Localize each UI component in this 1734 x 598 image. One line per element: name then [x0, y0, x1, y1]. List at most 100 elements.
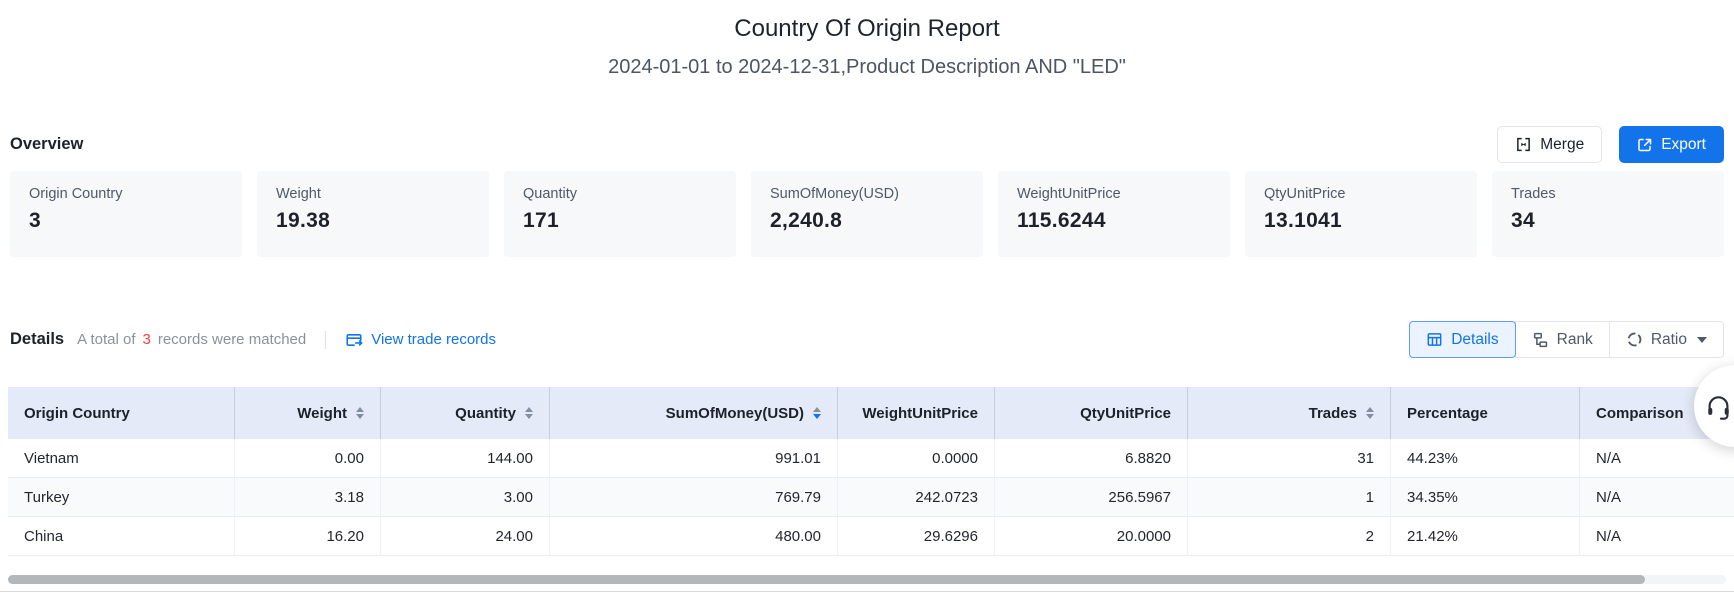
tab-details[interactable]: Details: [1409, 321, 1515, 358]
card-value: 171: [523, 209, 736, 233]
cell-sum-of-money: 769.79: [550, 478, 838, 516]
card-value: 19.38: [276, 209, 489, 233]
cell-quantity: 144.00: [381, 439, 550, 477]
cell-origin-country: Vietnam: [8, 439, 235, 477]
card-value: 34: [1511, 209, 1724, 233]
sort-icon: [1366, 407, 1374, 420]
card-value: 13.1041: [1264, 209, 1477, 233]
match-summary-prefix: A total of: [77, 331, 135, 348]
column-header-percentage: Percentage: [1391, 387, 1580, 439]
bottom-divider: [0, 591, 1734, 592]
card-label: Weight: [276, 186, 489, 202]
column-header-quantity[interactable]: Quantity: [381, 387, 550, 439]
card-label: WeightUnitPrice: [1017, 186, 1230, 202]
table-header-row: Origin Country Weight Quantity SumOfMone…: [8, 387, 1734, 439]
horizontal-scrollbar: [8, 575, 1726, 584]
merge-button[interactable]: Merge: [1497, 126, 1602, 163]
cell-qty-unit-price: 6.8820: [995, 439, 1188, 477]
tab-ratio-label: Ratio: [1651, 331, 1687, 349]
scrollbar-thumb[interactable]: [8, 575, 1645, 584]
chevron-down-icon: [1697, 337, 1707, 343]
column-label: Weight: [297, 405, 347, 422]
tab-rank-label: Rank: [1557, 331, 1593, 349]
details-table: Origin Country Weight Quantity SumOfMone…: [8, 387, 1734, 556]
rank-icon: [1532, 331, 1549, 348]
cell-sum-of-money: 480.00: [550, 517, 838, 555]
cell-origin-country: Turkey: [8, 478, 235, 516]
column-label: Origin Country: [24, 405, 130, 422]
cell-percentage: 44.23%: [1391, 439, 1580, 477]
cell-percentage: 21.42%: [1391, 517, 1580, 555]
merge-icon: [1515, 136, 1532, 153]
cell-weight-unit-price: 242.0723: [838, 478, 995, 516]
cell-weight-unit-price: 29.6296: [838, 517, 995, 555]
details-left: Details A total of 3 records were matche…: [10, 330, 496, 349]
overview-toolbar: Overview Merge Export: [0, 126, 1734, 163]
card-value: 115.6244: [1017, 209, 1230, 233]
page-title: Country Of Origin Report: [0, 13, 1734, 45]
card-value: 3: [29, 209, 242, 233]
cell-weight: 0.00: [235, 439, 381, 477]
export-button[interactable]: Export: [1619, 126, 1724, 163]
sort-icon: [356, 407, 364, 420]
tab-ratio[interactable]: Ratio: [1609, 321, 1724, 358]
details-bar: Details A total of 3 records were matche…: [10, 321, 1724, 358]
column-label: Comparison: [1596, 405, 1684, 422]
export-button-label: Export: [1661, 136, 1706, 154]
column-header-weight-unit-price: WeightUnitPrice: [838, 387, 995, 439]
cell-quantity: 24.00: [381, 517, 550, 555]
cell-weight: 16.20: [235, 517, 381, 555]
column-header-weight[interactable]: Weight: [235, 387, 381, 439]
match-summary: A total of 3 records were matched: [77, 331, 306, 348]
view-switcher: Details Rank Ratio: [1409, 321, 1724, 358]
column-header-origin-country: Origin Country: [8, 387, 235, 439]
match-count: 3: [142, 331, 150, 348]
headset-icon: [1705, 393, 1732, 420]
card-origin-country: Origin Country 3: [10, 171, 242, 257]
column-header-trades[interactable]: Trades: [1188, 387, 1391, 439]
cell-weight-unit-price: 0.0000: [838, 439, 995, 477]
table-row-turkey: Turkey 3.18 3.00 769.79 242.0723 256.596…: [8, 478, 1734, 517]
table-row-vietnam: Vietnam 0.00 144.00 991.01 0.0000 6.8820…: [8, 439, 1734, 478]
report-subtitle: 2024-01-01 to 2024-12-31,Product Descrip…: [0, 54, 1734, 81]
card-label: Quantity: [523, 186, 736, 202]
cell-comparison: N/A: [1580, 517, 1734, 555]
tab-rank[interactable]: Rank: [1515, 321, 1610, 358]
card-sum-of-money: SumOfMoney(USD) 2,240.8: [751, 171, 983, 257]
card-quantity: Quantity 171: [504, 171, 736, 257]
column-label: SumOfMoney(USD): [666, 405, 804, 422]
column-label: Quantity: [455, 405, 516, 422]
match-summary-suffix: records were matched: [158, 331, 306, 348]
table-grid-icon: [1426, 331, 1443, 348]
column-header-sum-of-money[interactable]: SumOfMoney(USD): [550, 387, 838, 439]
table-row-china: China 16.20 24.00 480.00 29.6296 20.0000…: [8, 517, 1734, 556]
card-value: 2,240.8: [770, 209, 983, 233]
cell-trades: 1: [1188, 478, 1391, 516]
cell-qty-unit-price: 256.5967: [995, 478, 1188, 516]
details-heading: Details: [10, 330, 64, 349]
card-label: Trades: [1511, 186, 1724, 202]
column-label: WeightUnitPrice: [862, 405, 978, 422]
overview-cards: Origin Country 3 Weight 19.38 Quantity 1…: [10, 171, 1724, 257]
column-label: QtyUnitPrice: [1080, 405, 1171, 422]
view-trade-records-link[interactable]: View trade records: [345, 331, 496, 349]
sort-icon-descending-active: [813, 407, 821, 420]
cell-trades: 2: [1188, 517, 1391, 555]
card-trades: Trades 34: [1492, 171, 1724, 257]
cell-percentage: 34.35%: [1391, 478, 1580, 516]
cell-qty-unit-price: 20.0000: [995, 517, 1188, 555]
cell-comparison: N/A: [1580, 439, 1734, 477]
export-icon: [1637, 137, 1653, 153]
toolbar-buttons: Merge Export: [1497, 126, 1724, 163]
card-weight-unit-price: WeightUnitPrice 115.6244: [998, 171, 1230, 257]
view-trade-records-label: View trade records: [371, 331, 496, 348]
cell-comparison: N/A: [1580, 478, 1734, 516]
column-label: Percentage: [1407, 405, 1488, 422]
cell-weight: 3.18: [235, 478, 381, 516]
cell-origin-country: China: [8, 517, 235, 555]
cell-trades: 31: [1188, 439, 1391, 477]
overview-heading: Overview: [10, 135, 83, 154]
card-label: QtyUnitPrice: [1264, 186, 1477, 202]
tab-details-label: Details: [1451, 331, 1498, 349]
card-qty-unit-price: QtyUnitPrice 13.1041: [1245, 171, 1477, 257]
